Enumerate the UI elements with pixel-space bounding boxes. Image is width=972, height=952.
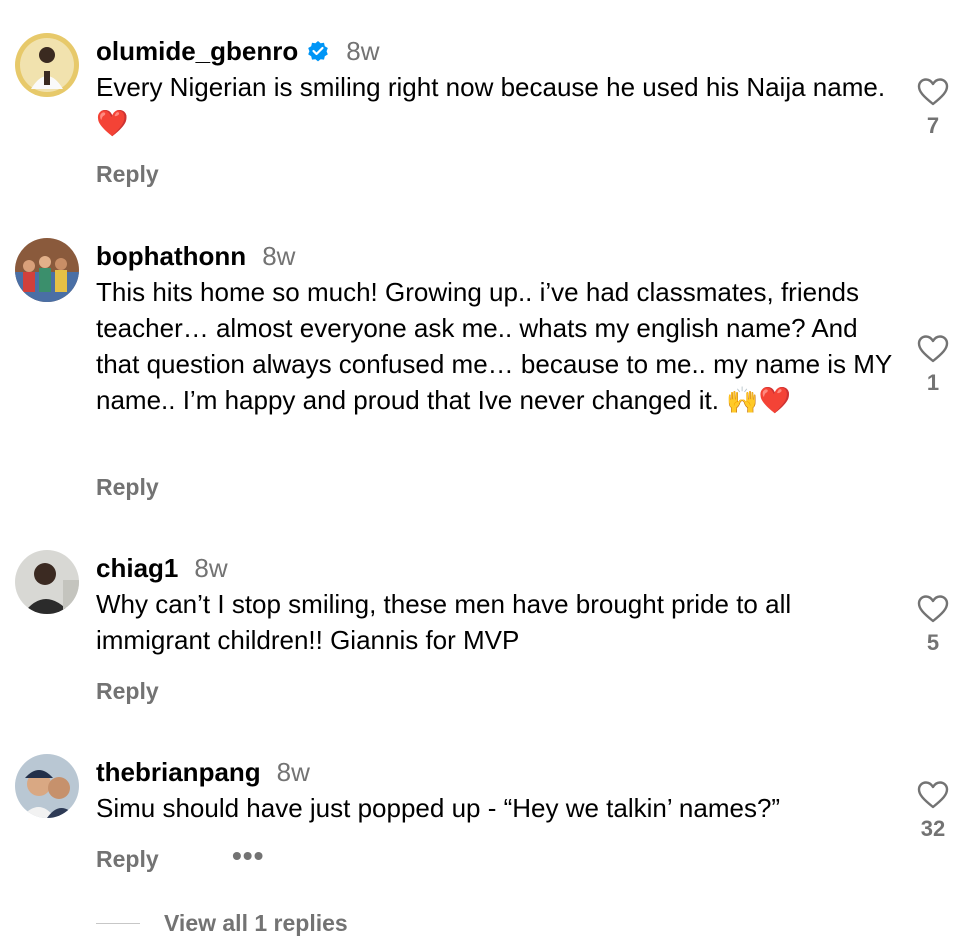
like-column: 7 — [908, 77, 958, 139]
comment-item: bophathonn 8w This hits home so much! Gr… — [0, 238, 972, 508]
comment-text: Simu should have just popped up - “Hey w… — [96, 790, 908, 826]
username[interactable]: bophathonn — [96, 241, 246, 272]
timestamp[interactable]: 8w — [277, 757, 310, 788]
like-count[interactable]: 32 — [908, 816, 958, 842]
more-options-icon[interactable]: ••• — [232, 840, 264, 872]
comment-header: thebrianpang 8w — [96, 754, 310, 790]
reply-button[interactable]: Reply — [96, 678, 159, 705]
comment-header: bophathonn 8w — [96, 238, 295, 274]
divider-line — [96, 923, 140, 924]
avatar[interactable] — [15, 550, 79, 614]
comment-body: Every Nigerian is smiling right now beca… — [96, 72, 886, 102]
avatar[interactable] — [15, 754, 79, 818]
username[interactable]: chiag1 — [96, 553, 178, 584]
comment-header: chiag1 8w — [96, 550, 228, 586]
comment-item: thebrianpang 8w Simu should have just po… — [0, 754, 972, 884]
comment-header: olumide_gbenro 8w — [96, 33, 380, 69]
reply-button[interactable]: Reply — [96, 474, 159, 501]
comment-body: Simu should have just popped up - “Hey w… — [96, 793, 781, 823]
reply-button[interactable]: Reply — [96, 161, 159, 188]
heart-outline-icon[interactable] — [908, 780, 958, 810]
heart-emoji: ❤️ — [96, 109, 129, 139]
timestamp[interactable]: 8w — [262, 241, 295, 272]
like-count[interactable]: 7 — [908, 113, 958, 139]
avatar[interactable] — [15, 33, 79, 97]
like-column: 1 — [908, 334, 958, 396]
raising-hands-heart-emoji: 🙌❤️ — [726, 386, 791, 416]
avatar[interactable] — [15, 238, 79, 302]
like-column: 5 — [908, 594, 958, 656]
heart-outline-icon[interactable] — [908, 77, 958, 107]
comment-text: This hits home so much! Growing up.. i’v… — [96, 274, 908, 419]
comment-body: Why can’t I stop smiling, these men have… — [96, 589, 792, 655]
like-column: 32 — [908, 780, 958, 842]
timestamp[interactable]: 8w — [194, 553, 227, 584]
heart-outline-icon[interactable] — [908, 334, 958, 364]
view-replies-label[interactable]: View all 1 replies — [164, 910, 348, 937]
comment-text: Why can’t I stop smiling, these men have… — [96, 586, 908, 658]
like-count[interactable]: 1 — [908, 370, 958, 396]
comment-text: Every Nigerian is smiling right now beca… — [96, 69, 908, 142]
comment-item: chiag1 8w Why can’t I stop smiling, thes… — [0, 550, 972, 710]
reply-button[interactable]: Reply — [96, 846, 159, 873]
verified-badge-icon — [306, 39, 330, 63]
view-replies-button[interactable]: View all 1 replies — [96, 910, 348, 937]
heart-outline-icon[interactable] — [908, 594, 958, 624]
username[interactable]: thebrianpang — [96, 757, 261, 788]
username[interactable]: olumide_gbenro — [96, 36, 298, 67]
comment-item: olumide_gbenro 8w Every Nigerian is smil… — [0, 33, 972, 203]
like-count[interactable]: 5 — [908, 630, 958, 656]
timestamp[interactable]: 8w — [346, 36, 379, 67]
